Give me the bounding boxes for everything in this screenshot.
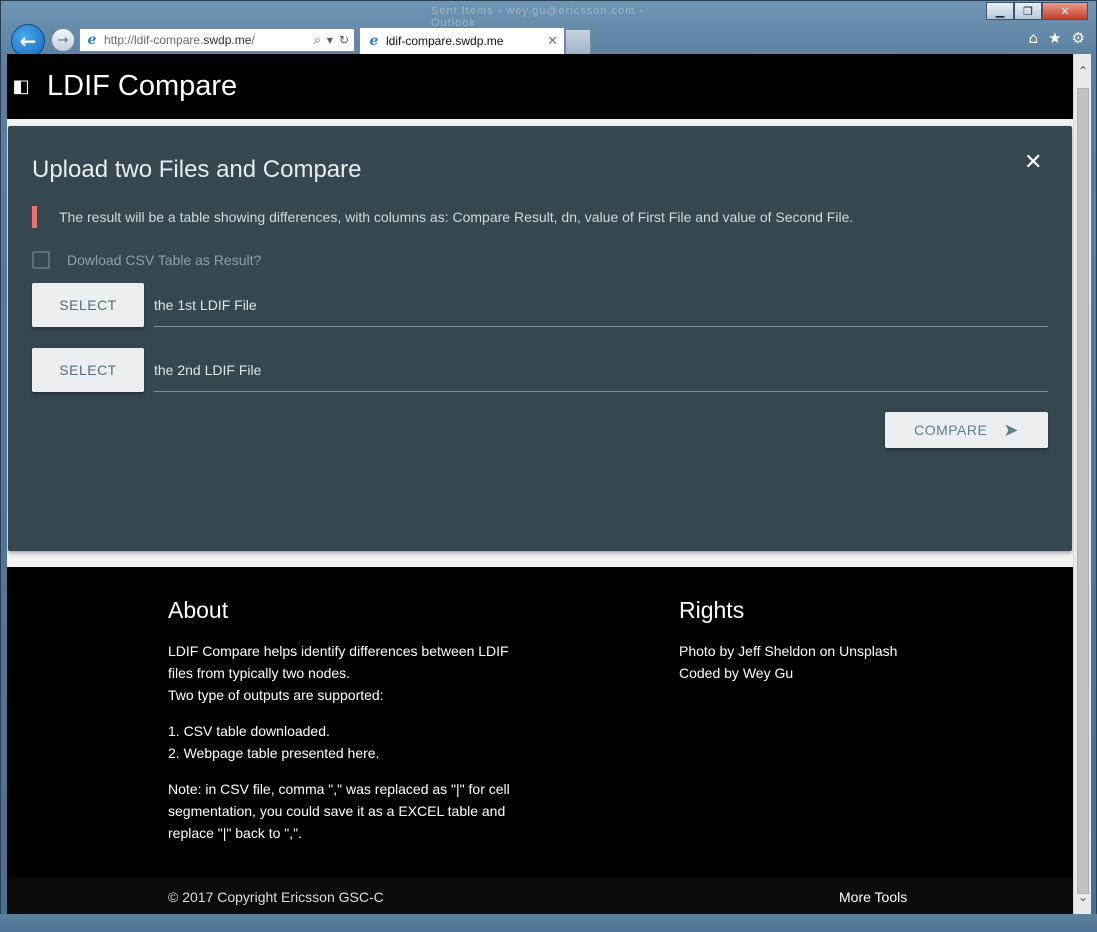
window-title: Sent Items - wey.gu@ericsson.com - Outlo…: [431, 5, 645, 29]
list-item: 1. CSV table downloaded.: [168, 723, 330, 739]
ie-icon: e: [87, 32, 97, 48]
file1-row: SELECT the 1st LDIF File: [32, 283, 1048, 327]
upload-card: Upload two Files and Compare ✕ The resul…: [8, 126, 1072, 551]
compare-button[interactable]: COMPARE ➤: [885, 412, 1048, 448]
page-viewport: ◧ LDIF Compare Upload two Files and Comp…: [7, 54, 1073, 914]
about-line-3: Two type of outputs are supported:: [168, 687, 384, 703]
app-header: ◧ LDIF Compare: [7, 54, 1073, 119]
tab-close-icon[interactable]: ✕: [547, 34, 558, 49]
vertical-scrollbar[interactable]: ⌃ ⌄: [1073, 54, 1091, 914]
address-tools: ⌕ ▾ ↻: [314, 33, 354, 48]
new-tab-button[interactable]: [565, 29, 591, 54]
about-line-1: LDIF Compare helps identify differences …: [168, 643, 509, 659]
browser-toolbar: ← → e http://ldif-compare. swdp.me / ⌕ ▾ ↻…: [9, 23, 1091, 58]
csv-checkbox-label[interactable]: Dowload CSV Table as Result?: [67, 252, 261, 268]
app-title: LDIF Compare: [47, 70, 238, 102]
rights-heading: Rights: [679, 597, 745, 623]
compare-button-label: COMPARE: [914, 422, 988, 438]
forward-button[interactable]: →: [51, 28, 75, 52]
more-tools-link[interactable]: More Tools: [839, 889, 907, 905]
refresh-icon[interactable]: ↻: [339, 33, 349, 48]
about-heading: About: [168, 597, 229, 623]
window-bottom-border: [0, 914, 1097, 932]
copyright-text: © 2017 Copyright Ericsson GSC-C: [168, 889, 384, 905]
csv-checkbox-row: Dowload CSV Table as Result?: [32, 251, 261, 269]
close-icon[interactable]: ✕: [1024, 150, 1042, 175]
about-line-2: files from typically two nodes.: [168, 665, 351, 681]
csv-checkbox[interactable]: [32, 251, 50, 269]
browser-tab[interactable]: e ldif-compare.swdp.me ✕: [359, 27, 565, 54]
rights-section: Rights Photo by Jeff Sheldon on Unsplash…: [679, 597, 979, 684]
search-icon[interactable]: ⌕: [314, 33, 321, 48]
settings-icon[interactable]: ⚙: [1072, 29, 1085, 47]
about-section: About LDIF Compare helps identify differ…: [168, 597, 548, 844]
footer-bottom-bar: © 2017 Copyright Ericsson GSC-C More Too…: [7, 878, 1073, 914]
compare-logo-icon: ◧: [12, 76, 30, 97]
minimize-button[interactable]: ▁: [986, 2, 1014, 20]
list-item: 2. Webpage table presented here.: [168, 745, 380, 761]
restore-button[interactable]: ❐: [1014, 2, 1042, 20]
footer: About LDIF Compare helps identify differ…: [7, 567, 1073, 914]
address-url-domain: swdp.me: [203, 33, 252, 47]
ie-tab-icon: e: [369, 33, 379, 49]
about-note-3: replace "|" back to ",".: [168, 825, 303, 841]
home-icon[interactable]: ⌂: [1029, 29, 1039, 47]
scroll-thumb[interactable]: [1077, 88, 1089, 894]
result-note: The result will be a table showing diffe…: [32, 206, 853, 228]
send-icon: ➤: [1003, 419, 1019, 441]
scroll-down-icon[interactable]: ⌄: [1076, 890, 1090, 906]
browser-tools: ⌂ ★ ⚙: [1029, 29, 1085, 47]
about-note-2: segmentation, you could save it as a EXC…: [168, 803, 506, 819]
select-file1-button[interactable]: SELECT: [32, 283, 144, 327]
favorites-icon[interactable]: ★: [1048, 29, 1061, 47]
card-title: Upload two Files and Compare: [32, 156, 362, 183]
rights-photo-credit: Photo by Jeff Sheldon on Unsplash: [679, 643, 898, 659]
file2-row: SELECT the 2nd LDIF File: [32, 348, 1048, 392]
window-controls: ▁ ❐ ✕: [986, 2, 1088, 20]
scroll-up-icon[interactable]: ⌃: [1076, 64, 1090, 80]
dropdown-icon[interactable]: ▾: [327, 33, 333, 48]
select-file2-button[interactable]: SELECT: [32, 348, 144, 392]
address-url-suffix: /: [251, 33, 255, 47]
back-button[interactable]: ←: [11, 24, 45, 58]
address-bar[interactable]: e http://ldif-compare. swdp.me / ⌕ ▾ ↻: [79, 28, 355, 52]
tab-title: ldif-compare.swdp.me: [386, 34, 504, 48]
rights-code-credit: Coded by Wey Gu: [679, 665, 794, 681]
file1-path-field[interactable]: the 1st LDIF File: [154, 283, 1048, 327]
outputs-list: 1. CSV table downloaded. 2. Webpage tabl…: [168, 720, 548, 764]
address-url-prefix: http://ldif-compare.: [104, 33, 204, 47]
file2-path-field[interactable]: the 2nd LDIF File: [154, 348, 1048, 392]
close-window-button[interactable]: ✕: [1042, 2, 1088, 20]
about-note-1: Note: in CSV file, comma "," was replace…: [168, 781, 510, 797]
